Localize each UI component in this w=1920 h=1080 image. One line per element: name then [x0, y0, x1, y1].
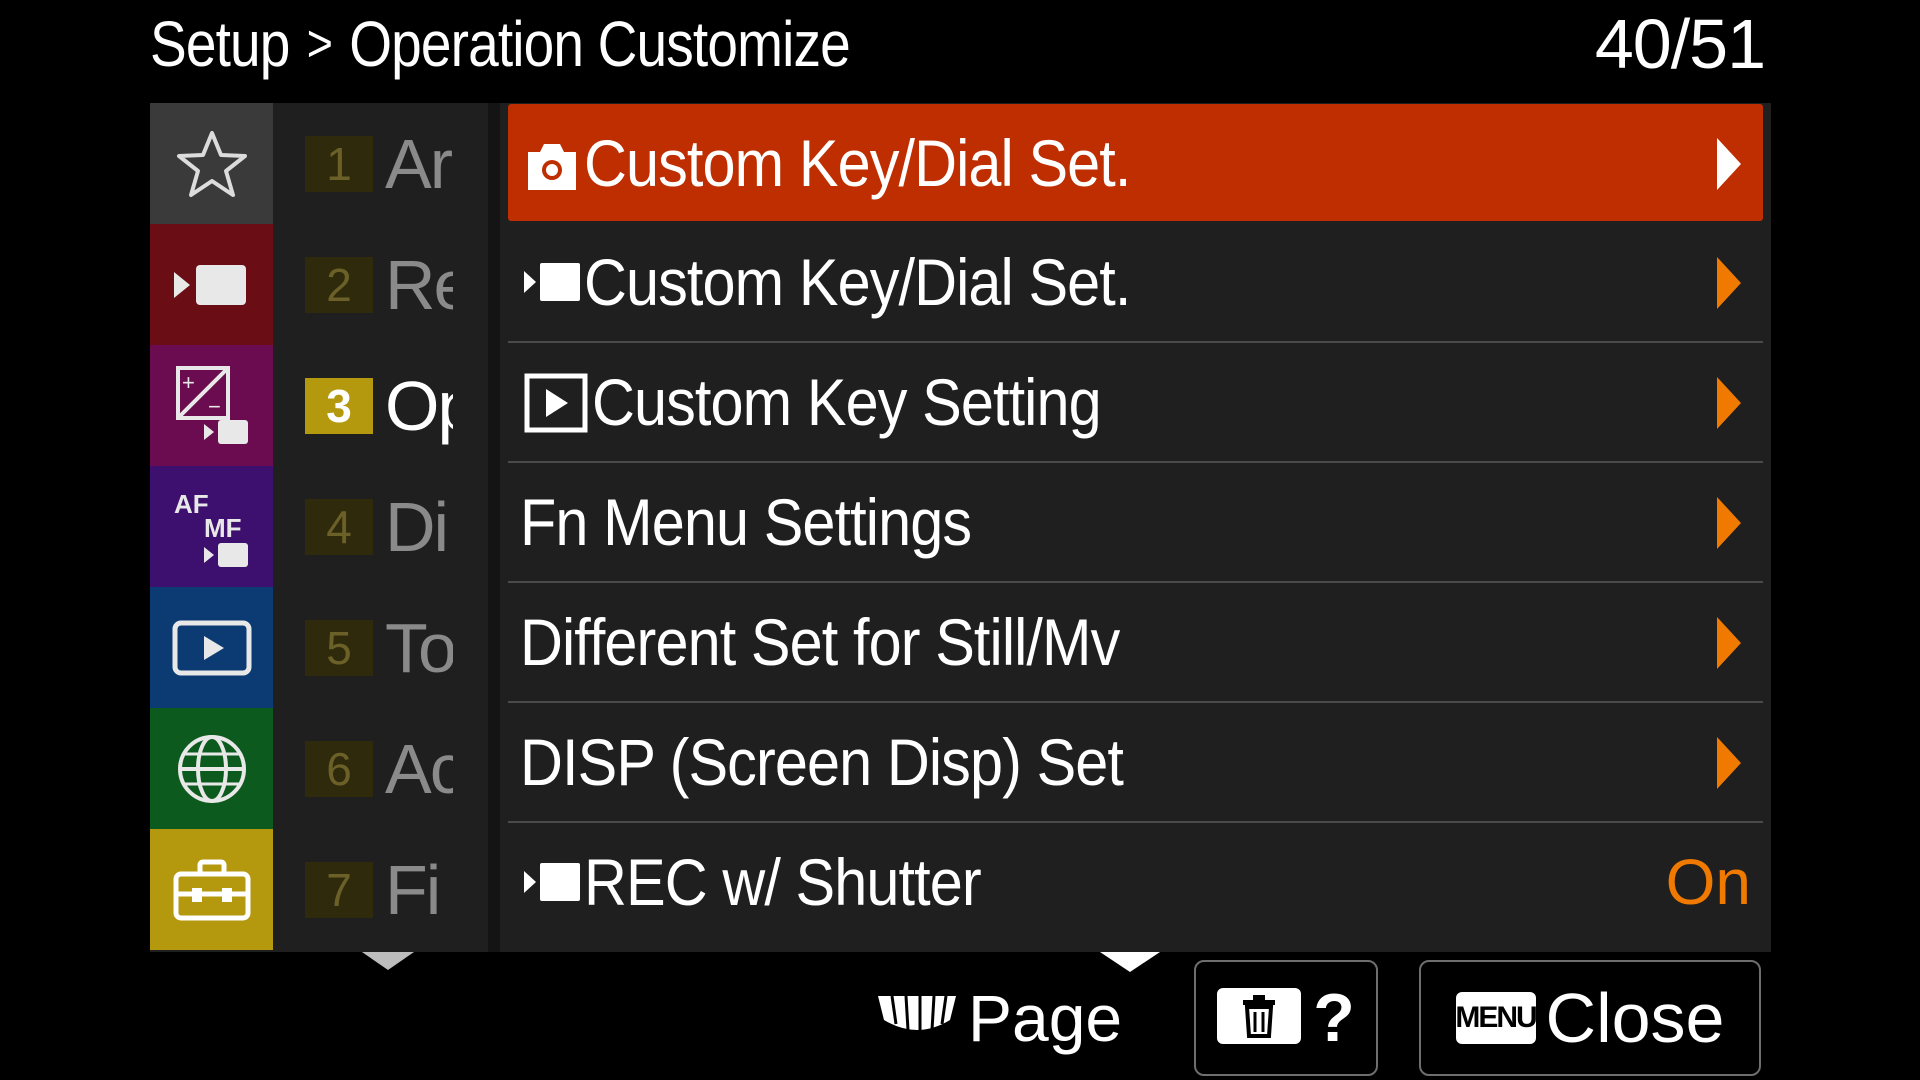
chevron-right-icon — [1717, 737, 1741, 789]
dial-icon — [876, 990, 958, 1045]
toolbox-icon — [172, 858, 252, 922]
menu-item-value: On — [1665, 846, 1751, 918]
playback-icon — [524, 373, 588, 438]
close-button[interactable]: MENU Close — [1419, 960, 1761, 1076]
exposure-movie-icon: + − — [172, 364, 252, 448]
menu-item-row: DISP (Screen Disp) Set — [508, 703, 1763, 823]
breadcrumb-separator: > — [306, 15, 333, 73]
group-label: Re — [385, 245, 453, 324]
menu-item-label: Custom Key/Dial Set. — [584, 126, 1131, 200]
chevron-right-icon — [1717, 257, 1741, 309]
group-item[interactable]: 7 Fi — [273, 829, 488, 950]
menu-item-fn-menu-settings[interactable]: Fn Menu Settings — [500, 463, 1771, 583]
trash-icon — [1217, 987, 1302, 1049]
scroll-down-indicator-groups — [362, 952, 414, 970]
menu-item-custom-key-dial-still[interactable]: Custom Key/Dial Set. — [500, 103, 1771, 223]
menu-item-label: Custom Key Setting — [592, 365, 1102, 439]
menu-item-disp-set[interactable]: DISP (Screen Disp) Set — [500, 703, 1771, 823]
group-item-active[interactable]: 3 Op — [273, 345, 488, 466]
scroll-down-indicator-items — [1100, 952, 1160, 972]
group-label: Ar — [385, 124, 453, 203]
tab-focus[interactable]: AF MF — [150, 466, 273, 587]
page-indicator: 40/51 — [1594, 5, 1766, 83]
help-label: ? — [1313, 980, 1355, 1056]
playback-icon — [172, 620, 252, 676]
svg-text:−: − — [208, 394, 221, 419]
menu-item-custom-key-setting[interactable]: Custom Key Setting — [500, 343, 1771, 463]
group-number: 2 — [305, 256, 373, 313]
globe-icon — [175, 732, 249, 806]
category-tabs: + − AF MF — [150, 103, 273, 952]
menu-item-label: Fn Menu Settings — [520, 485, 972, 559]
group-label: Op — [385, 366, 453, 445]
group-number: 4 — [305, 498, 373, 555]
group-label: To — [385, 608, 453, 687]
tab-exposure[interactable]: + − — [150, 345, 273, 466]
menu-item-row: Custom Key Setting — [508, 343, 1763, 463]
delete-help-button[interactable]: ? — [1194, 960, 1378, 1076]
menu-item-rec-with-shutter[interactable]: REC w/ Shutter On — [500, 823, 1771, 943]
group-item[interactable]: 5 To — [273, 587, 488, 708]
breadcrumb: Setup > Operation Customize — [150, 0, 851, 88]
breadcrumb-parent: Setup — [150, 8, 290, 80]
page-label: Page — [968, 980, 1123, 1055]
menu-item-row: Fn Menu Settings — [508, 463, 1763, 583]
menu-item-row: Different Set for Still/Mv — [508, 583, 1763, 703]
menu-item-row: Custom Key/Dial Set. — [508, 223, 1763, 343]
tab-network[interactable] — [150, 708, 273, 829]
menu-item-custom-key-dial-movie[interactable]: Custom Key/Dial Set. — [500, 223, 1771, 343]
menu-item-label: Different Set for Still/Mv — [520, 605, 1120, 679]
menu-item-row: REC w/ Shutter On — [508, 823, 1763, 941]
group-number: 3 — [305, 377, 373, 434]
menu-item-label: Custom Key/Dial Set. — [584, 245, 1131, 319]
movie-icon — [524, 259, 584, 310]
group-item[interactable]: 2 Re — [273, 224, 488, 345]
group-list: 1 Ar 2 Re 3 Op 4 Di 5 To 6 Ac 7 Fi — [273, 103, 488, 952]
tab-favorites[interactable] — [150, 103, 273, 224]
menu-item-label: REC w/ Shutter — [584, 845, 982, 919]
menu-items: Custom Key/Dial Set. Custom Key/Dial Set… — [500, 103, 1771, 952]
menu-item-label: DISP (Screen Disp) Set — [520, 725, 1124, 799]
group-number: 1 — [305, 135, 373, 192]
chevron-right-icon — [1717, 377, 1741, 429]
group-label: Ac — [385, 729, 453, 808]
group-number: 7 — [305, 861, 373, 918]
page-title: Operation Customize — [349, 8, 851, 80]
tab-playback[interactable] — [150, 587, 273, 708]
tab-shooting[interactable] — [150, 224, 273, 345]
svg-text:MF: MF — [204, 513, 242, 543]
group-label: Di — [385, 487, 449, 566]
group-label: Fi — [385, 850, 441, 929]
group-number: 6 — [305, 740, 373, 797]
menu-item-row: Custom Key/Dial Set. — [508, 104, 1763, 221]
group-item[interactable]: 1 Ar — [273, 103, 488, 224]
chevron-right-icon — [1717, 138, 1741, 190]
tab-setup[interactable] — [150, 829, 273, 950]
menu-key-badge: MENU — [1455, 992, 1538, 1044]
menu-frame: + − AF MF 1 Ar 2 R 3 O 4 Di 5 To 6 Ac 7 … — [150, 103, 1771, 952]
svg-text:+: + — [182, 370, 195, 395]
movie-icon — [172, 260, 252, 310]
movie-icon — [524, 859, 584, 910]
group-number: 5 — [305, 619, 373, 676]
group-item[interactable]: 6 Ac — [273, 708, 488, 829]
af-mf-movie-icon: AF MF — [170, 485, 254, 569]
camera-icon — [524, 130, 580, 201]
menu-item-different-set[interactable]: Different Set for Still/Mv — [500, 583, 1771, 703]
chevron-right-icon — [1717, 617, 1741, 669]
page-hint: Page — [876, 970, 1122, 1065]
group-item[interactable]: 4 Di — [273, 466, 488, 587]
column-divider — [488, 103, 500, 952]
star-icon — [176, 129, 248, 199]
chevron-right-icon — [1717, 497, 1741, 549]
close-label: Close — [1545, 979, 1725, 1057]
